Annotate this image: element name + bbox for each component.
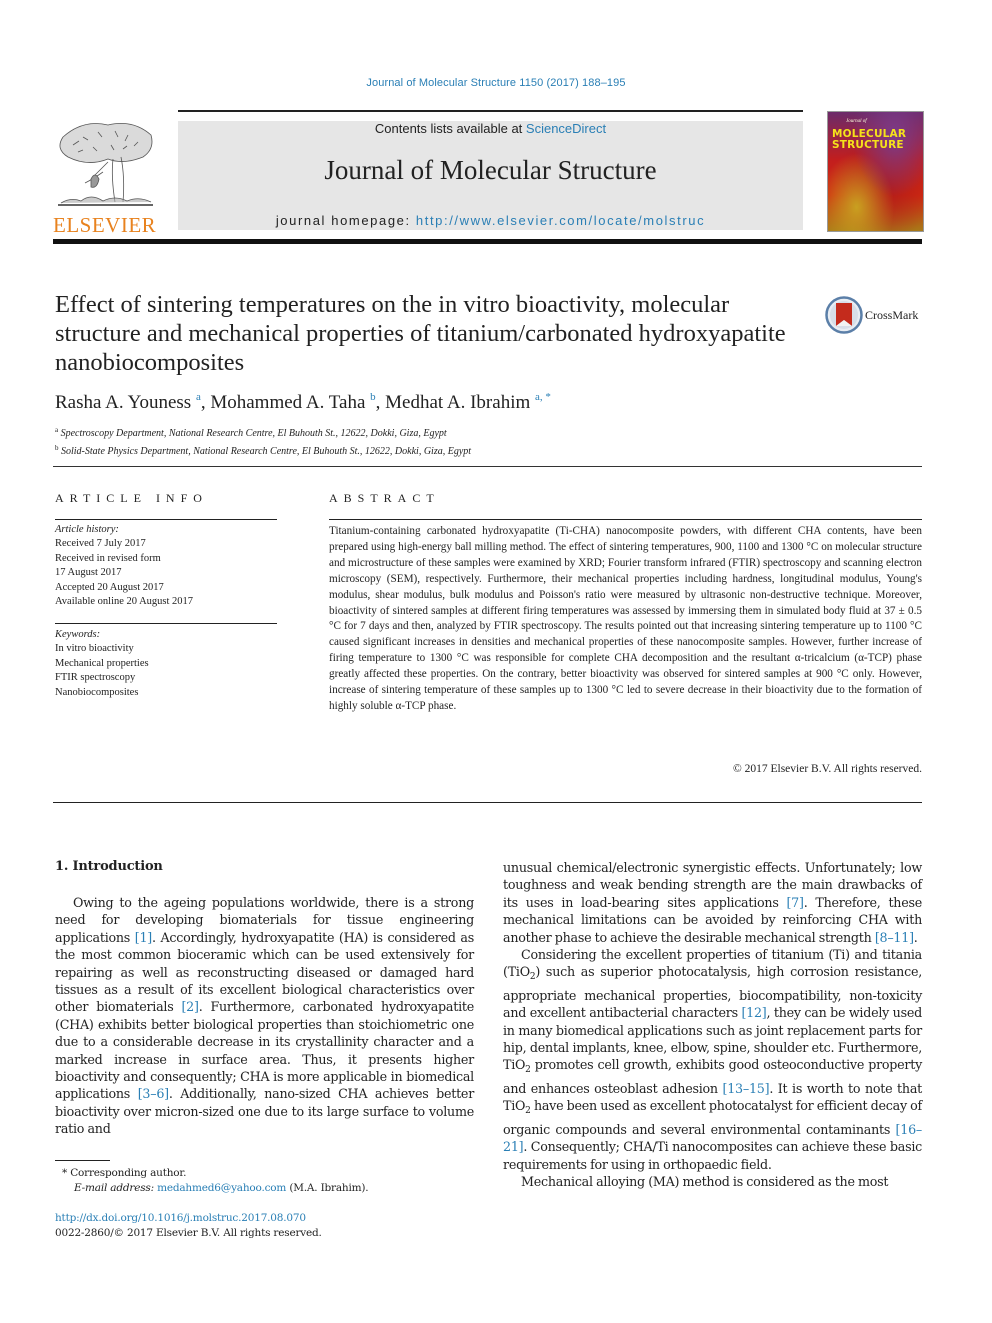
email-label: E-mail address: bbox=[74, 1182, 158, 1194]
journal-cover-thumbnail[interactable]: Journal of MOLECULAR STRUCTURE bbox=[827, 111, 924, 232]
author-list: Rasha A. Youness a, Mohammed A. Taha b, … bbox=[55, 391, 551, 414]
body-column-left: Owing to the ageing populations worldwid… bbox=[55, 894, 474, 1138]
affiliation-item: a Spectroscopy Department, National Rese… bbox=[55, 423, 471, 441]
article-history: Article history: Received 7 July 2017 Re… bbox=[55, 523, 285, 609]
cover-subtitle: Journal of bbox=[846, 119, 867, 124]
author-affiliation-marker[interactable]: a, * bbox=[535, 391, 551, 403]
keyword-item: In vitro bioactivity bbox=[55, 643, 134, 655]
email-note: E-mail address: medahmed6@yahoo.com (M.A… bbox=[62, 1181, 369, 1196]
author-name: Rasha A. Youness bbox=[55, 392, 192, 413]
homepage-link[interactable]: http://www.elsevier.com/locate/molstruc bbox=[416, 213, 705, 228]
author-name: Medhat A. Ibrahim bbox=[385, 392, 531, 413]
crossmark-label: CrossMark bbox=[865, 308, 919, 322]
elsevier-logo[interactable]: ELSEVIER bbox=[53, 117, 156, 237]
crossmark-icon bbox=[825, 296, 863, 334]
text: Mechanical alloying (MA) method is consi… bbox=[521, 1173, 889, 1189]
contents-available-line: Contents lists available at ScienceDirec… bbox=[178, 121, 803, 136]
citation-ref[interactable]: [13–15] bbox=[723, 1081, 770, 1096]
keyword-item: Nanobiocomposites bbox=[55, 686, 139, 698]
sciencedirect-link[interactable]: ScienceDirect bbox=[526, 121, 606, 136]
corresponding-author-note: * Corresponding author. bbox=[62, 1167, 187, 1179]
citation-ref[interactable]: [1] bbox=[135, 930, 152, 945]
article-info-heading: ARTICLE INFO bbox=[55, 491, 208, 505]
keywords-label: Keywords: bbox=[55, 629, 101, 640]
history-item: 17 August 2017 bbox=[55, 567, 122, 579]
article-history-label: Article history: bbox=[55, 524, 119, 535]
abstract-rule bbox=[329, 519, 922, 520]
history-item: Accepted 20 August 2017 bbox=[55, 581, 164, 593]
keyword-item: Mechanical properties bbox=[55, 657, 149, 669]
affiliations: a Spectroscopy Department, National Rese… bbox=[55, 423, 471, 459]
elsevier-wordmark: ELSEVIER bbox=[53, 213, 157, 237]
affiliation-text: Spectroscopy Department, National Resear… bbox=[60, 428, 447, 439]
citation-ref[interactable]: [2] bbox=[181, 999, 198, 1014]
affiliation-text: Solid-State Physics Department, National… bbox=[61, 446, 472, 457]
header-top-rule bbox=[178, 110, 803, 112]
email-link[interactable]: medahmed6@yahoo.com bbox=[157, 1182, 286, 1194]
history-item: Available online 20 August 2017 bbox=[55, 596, 194, 608]
cover-title-line: STRUCTURE bbox=[832, 139, 904, 151]
keywords-rule bbox=[55, 623, 277, 624]
doi-block: http://dx.doi.org/10.1016/j.molstruc.201… bbox=[55, 1211, 322, 1241]
history-item: Received 7 July 2017 bbox=[55, 538, 146, 550]
cover-title: MOLECULAR STRUCTURE bbox=[832, 129, 906, 151]
paragraph: Considering the excellent properties of … bbox=[503, 946, 922, 1173]
paragraph: unusual chemical/electronic synergistic … bbox=[503, 859, 922, 946]
journal-citation[interactable]: Journal of Molecular Structure 1150 (201… bbox=[0, 77, 992, 89]
author-separator: , bbox=[375, 392, 386, 413]
paragraph: Owing to the ageing populations worldwid… bbox=[55, 894, 474, 1138]
affiliation-marker: a bbox=[55, 426, 59, 434]
abstract-heading: ABSTRACT bbox=[329, 491, 440, 505]
footnote-rule bbox=[55, 1160, 110, 1161]
citation-ref[interactable]: [3–6] bbox=[138, 1086, 169, 1101]
history-item: Received in revised form bbox=[55, 552, 161, 564]
citation-ref[interactable]: [7] bbox=[786, 895, 803, 910]
homepage-label: journal homepage: bbox=[275, 213, 416, 228]
paragraph: Mechanical alloying (MA) method is consi… bbox=[503, 1173, 922, 1190]
citation-ref[interactable]: [12] bbox=[741, 1005, 766, 1020]
journal-banner: Contents lists available at ScienceDirec… bbox=[178, 121, 803, 230]
journal-homepage-line: journal homepage: http://www.elsevier.co… bbox=[178, 213, 803, 228]
citation-link[interactable]: Journal of Molecular Structure 1150 (201… bbox=[366, 77, 625, 89]
affiliations-rule bbox=[53, 466, 922, 467]
author-separator: , bbox=[200, 392, 211, 413]
header-bottom-rule bbox=[53, 239, 922, 244]
keyword-item: FTIR spectroscopy bbox=[55, 672, 136, 684]
issn-copyright: 0022-2860/© 2017 Elsevier B.V. All right… bbox=[55, 1227, 322, 1239]
crossmark-button[interactable]: CrossMark bbox=[825, 296, 925, 334]
section-heading-introduction: 1. Introduction bbox=[55, 859, 163, 874]
text: . bbox=[913, 929, 918, 945]
footnotes: * Corresponding author. E-mail address: … bbox=[62, 1166, 369, 1196]
email-suffix: (M.A. Ibrahim). bbox=[286, 1182, 369, 1194]
affiliation-item: b Solid-State Physics Department, Nation… bbox=[55, 441, 471, 459]
keywords: Keywords: In vitro bioactivity Mechanica… bbox=[55, 628, 285, 700]
body-column-right: unusual chemical/electronic synergistic … bbox=[503, 859, 922, 1190]
elsevier-tree-icon bbox=[58, 122, 153, 206]
abstract-text: Titanium-containing carbonated hydroxyap… bbox=[329, 525, 922, 712]
author-name: Mohammed A. Taha bbox=[210, 392, 366, 413]
citation-ref[interactable]: [8–11] bbox=[875, 930, 914, 945]
article-info-rule bbox=[55, 519, 277, 520]
article-title: Effect of sintering temperatures on the … bbox=[55, 291, 786, 376]
doi-link[interactable]: http://dx.doi.org/10.1016/j.molstruc.201… bbox=[55, 1211, 322, 1226]
abstract-copyright: © 2017 Elsevier B.V. All rights reserved… bbox=[733, 763, 922, 775]
contents-prefix: Contents lists available at bbox=[374, 121, 526, 136]
body-separator-rule bbox=[53, 802, 922, 803]
journal-name: Journal of Molecular Structure bbox=[324, 155, 657, 185]
affiliation-marker: b bbox=[55, 444, 59, 452]
text: . Consequently; CHA/Ti nanocomposites ca… bbox=[503, 1139, 922, 1172]
text: have been used as excellent photocatalys… bbox=[503, 1098, 922, 1137]
